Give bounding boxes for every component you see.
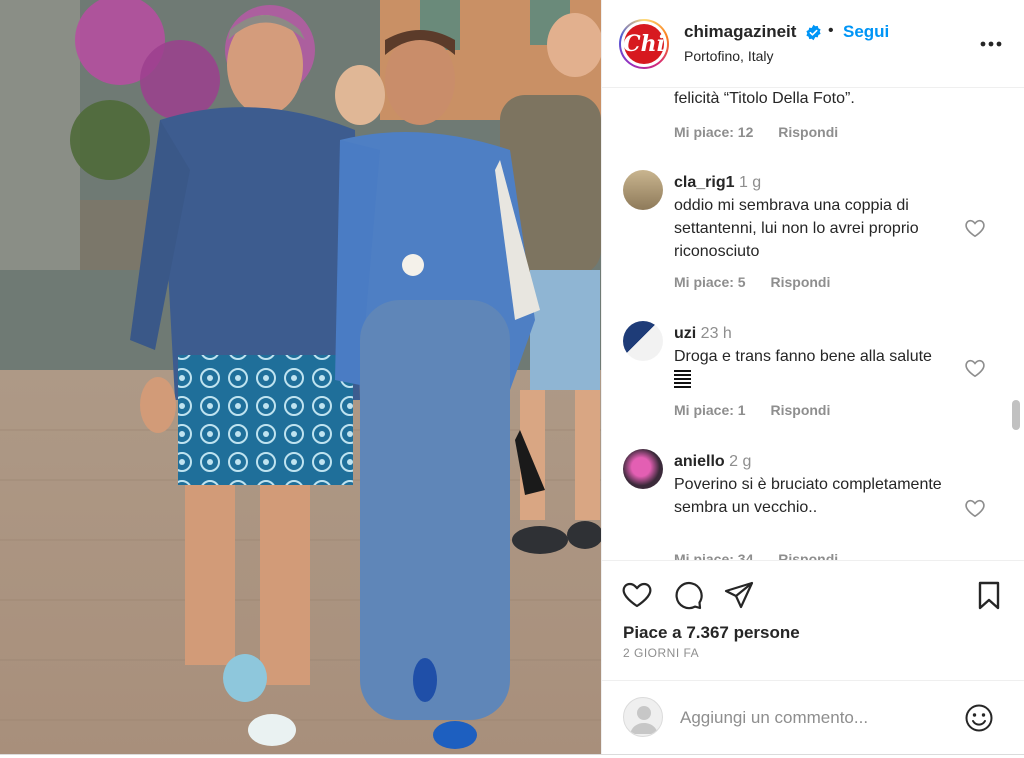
comment-meta: Mi piace: 12 Rispondi	[674, 124, 859, 140]
comment-text: Droga e trans fanno bene alla salute	[674, 345, 974, 391]
reply-button[interactable]: Rispondi	[770, 274, 830, 290]
comments-list[interactable]: felicità “Titolo Della Foto”. Mi piace: …	[602, 88, 1024, 560]
emoji-glyph-icon	[674, 369, 691, 390]
post-actions: Piace a 7.367 persone 2 GIORNI FA	[602, 560, 1024, 680]
post-location[interactable]: Portofino, Italy	[684, 48, 774, 64]
comment-likes[interactable]: Mi piace: 12	[674, 124, 753, 140]
comment-like-heart-icon[interactable]	[964, 218, 986, 238]
bookmark-icon[interactable]	[973, 579, 1005, 611]
comment-meta: Mi piace: 1 Rispondi	[674, 402, 851, 418]
follow-button[interactable]: Segui	[843, 22, 889, 42]
comment-text: felicità “Titolo Della Foto”.	[674, 90, 855, 107]
profile-avatar[interactable]: Chi	[619, 19, 669, 69]
comment-header: uzi 23 h	[674, 322, 974, 345]
post-photo[interactable]	[0, 0, 601, 754]
reply-button[interactable]: Rispondi	[778, 124, 838, 140]
share-icon[interactable]	[723, 579, 755, 611]
commenter-username[interactable]: uzi	[674, 325, 696, 342]
more-options-icon[interactable]	[977, 30, 1005, 58]
comment-input[interactable]	[680, 705, 950, 731]
reply-button[interactable]: Rispondi	[770, 402, 830, 418]
comment-time: 23 h	[700, 325, 732, 342]
comment-header: cla_rig1 1 g	[674, 171, 974, 194]
comment-header: aniello 2 g	[674, 450, 974, 473]
heart-icon[interactable]	[621, 579, 653, 611]
comment-likes[interactable]: Mi piace: 34	[674, 551, 753, 560]
comment-meta: Mi piace: 34 Rispondi	[674, 551, 859, 560]
comment-like-heart-icon[interactable]	[964, 358, 986, 378]
profile-username[interactable]: chimagazineit	[684, 22, 796, 42]
commenter-username[interactable]: aniello	[674, 453, 725, 470]
comment-text: Poverino si è bruciato completamente sem…	[674, 476, 942, 516]
commenter-avatar[interactable]	[623, 449, 663, 489]
current-user-avatar	[623, 697, 663, 737]
comment-meta: Mi piace: 5 Rispondi	[674, 274, 851, 290]
add-comment-bar	[602, 680, 1024, 754]
comment-text: oddio mi sembrava una coppia di settante…	[674, 197, 919, 260]
post-header: Chi chimagazineit • Segui Portofino, Ita…	[602, 0, 1024, 88]
photo-illustration	[0, 0, 601, 754]
default-avatar-icon	[630, 706, 658, 734]
commenter-avatar[interactable]	[623, 321, 663, 361]
comment-likes[interactable]: Mi piace: 1	[674, 402, 746, 418]
reply-button[interactable]: Rispondi	[778, 551, 838, 560]
smiley-icon[interactable]	[964, 703, 994, 733]
scrollbar-thumb[interactable]	[1012, 400, 1020, 430]
chi-logo: Chi	[623, 24, 665, 64]
window-bottom-edge	[0, 754, 1024, 758]
likes-count[interactable]: Piace a 7.367 persone	[623, 623, 800, 643]
commenter-avatar[interactable]	[623, 170, 663, 210]
comment-like-heart-icon[interactable]	[964, 498, 986, 518]
comment-likes[interactable]: Mi piace: 5	[674, 274, 746, 290]
comment-time: 1 g	[738, 174, 762, 191]
post-timestamp: 2 GIORNI FA	[623, 646, 700, 660]
avatar-ring: Chi	[621, 21, 667, 67]
post-side-panel: Chi chimagazineit • Segui Portofino, Ita…	[601, 0, 1024, 754]
comment-icon[interactable]	[672, 579, 704, 611]
commenter-username[interactable]: cla_rig1	[674, 174, 734, 191]
comment-time: 2 g	[729, 453, 752, 470]
comment-text-body: Droga e trans fanno bene alla salute	[674, 348, 932, 365]
verified-badge-icon	[806, 24, 821, 41]
header-separator: •	[828, 22, 834, 39]
comments-scrollbar[interactable]	[1009, 88, 1023, 560]
